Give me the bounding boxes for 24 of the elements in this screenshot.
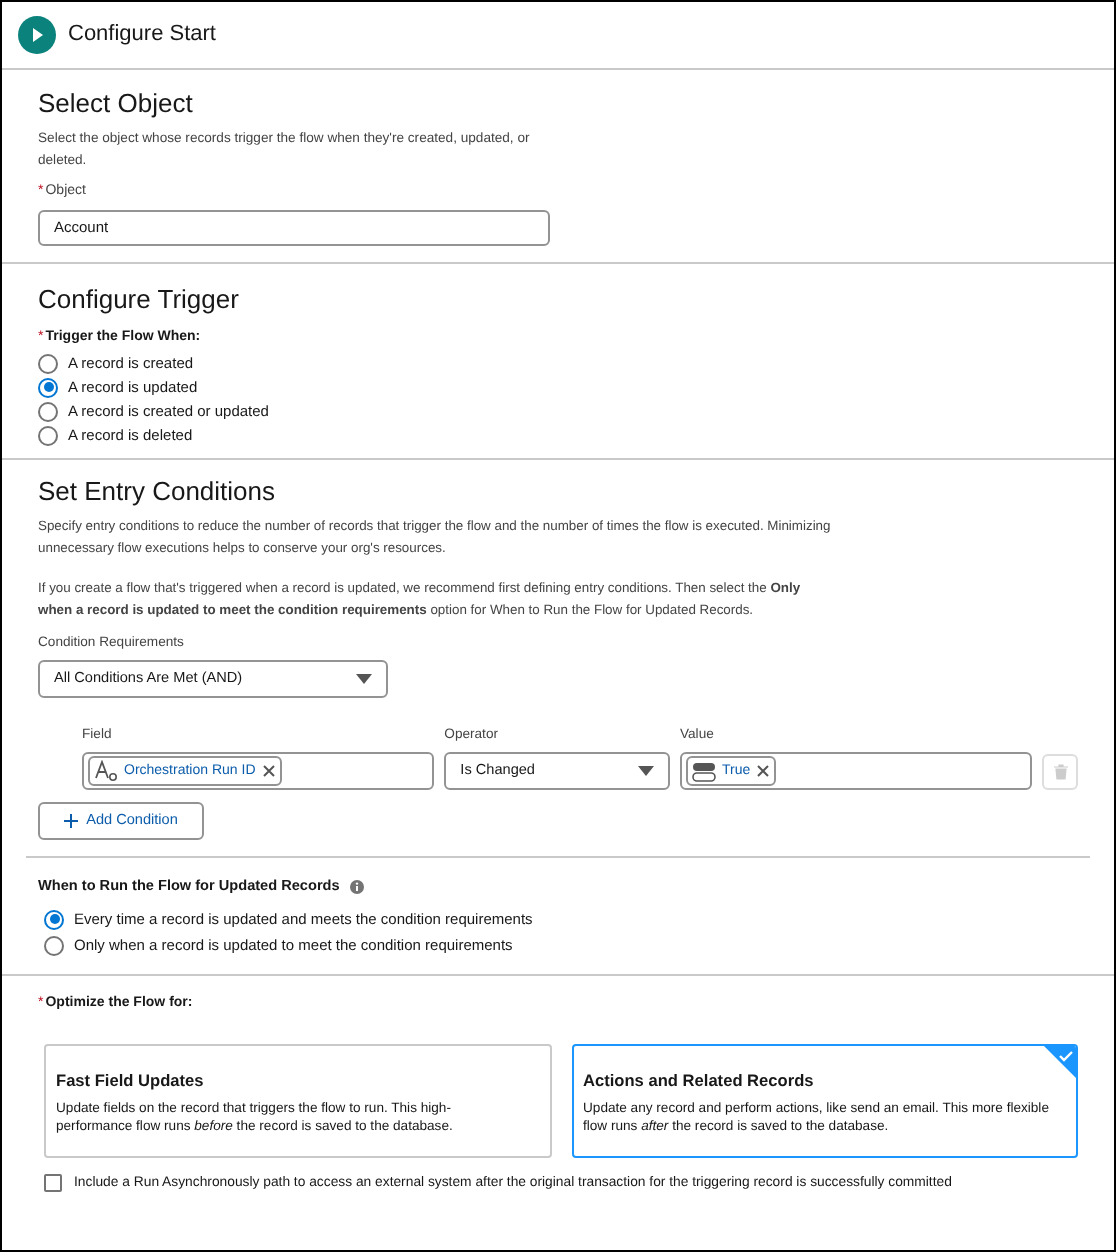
section-heading: Select Object xyxy=(38,88,195,120)
remove-icon[interactable] xyxy=(756,764,771,779)
text-type-icon xyxy=(94,760,118,783)
radio-button[interactable] xyxy=(38,377,58,397)
toggle-icon xyxy=(692,761,716,782)
section-heading: Set Entry Conditions xyxy=(38,476,278,508)
panel-title: Configure Start xyxy=(68,20,216,51)
caret-icon xyxy=(356,674,372,685)
radio-button[interactable] xyxy=(44,935,64,956)
radio-button[interactable] xyxy=(38,425,58,445)
plus-icon xyxy=(64,814,79,829)
selected-check-icon xyxy=(1044,1045,1076,1078)
card-title: Fast Field Updates xyxy=(56,1067,206,1093)
section-heading: Configure Trigger xyxy=(38,283,241,315)
info-icon[interactable] xyxy=(349,880,364,895)
checkbox[interactable] xyxy=(44,1174,62,1193)
radio-button[interactable] xyxy=(44,909,64,930)
remove-icon[interactable] xyxy=(261,764,276,779)
radio-button[interactable] xyxy=(38,401,58,421)
trash-icon xyxy=(1053,764,1068,781)
radio-button[interactable] xyxy=(38,353,58,373)
caret-icon xyxy=(638,766,654,777)
card-title: Actions and Related Records xyxy=(583,1067,816,1093)
play-icon xyxy=(18,16,56,54)
